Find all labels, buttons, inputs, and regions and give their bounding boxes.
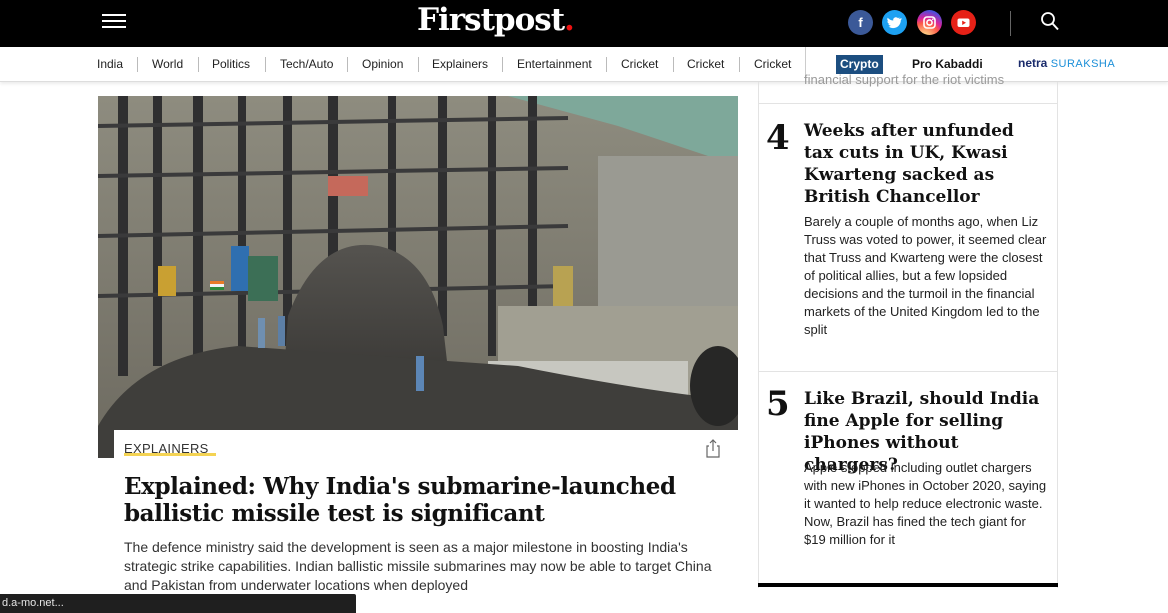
nav-separator [418, 57, 419, 72]
nav-separator [606, 57, 607, 72]
nav-separator [198, 57, 199, 72]
browser-status-bar: d.a-mo.net... [0, 594, 356, 613]
nav-item-cricket[interactable]: Cricket [754, 57, 791, 71]
youtube-icon[interactable] [951, 10, 976, 35]
trending-bottom-bar [758, 583, 1058, 587]
trending-description: Barely a couple of months ago, when Liz … [804, 214, 1047, 337]
twitter-icon[interactable] [882, 10, 907, 35]
trending-title[interactable]: Weeks after unfunded tax cuts in UK, Kwa… [804, 120, 1044, 208]
nav-item-politics[interactable]: Politics [212, 57, 250, 71]
share-icon[interactable] [705, 439, 721, 458]
nav-item-explainers[interactable]: Explainers [432, 57, 488, 71]
nav-separator [739, 57, 740, 72]
nav-item-world[interactable]: World [152, 57, 183, 71]
nav-item-cricket[interactable]: Cricket [687, 57, 724, 71]
trending-divider [759, 371, 1057, 372]
suraksha-text: SURAKSHA [1050, 58, 1116, 70]
trending-divider [759, 103, 1057, 104]
article-headline[interactable]: Explained: Why India's submarine-launche… [124, 473, 724, 527]
logo-text: Firstpost [417, 2, 565, 38]
nav-item-india[interactable]: India [97, 57, 123, 71]
trending-rank: 4 [766, 118, 790, 158]
netra-text: netra [1018, 56, 1048, 70]
nav-item-tech-auto[interactable]: Tech/Auto [280, 57, 333, 71]
trending-rank: 5 [766, 384, 790, 424]
logo-dot: . [564, 2, 575, 38]
instagram-icon[interactable] [917, 10, 942, 35]
trending-partial-item[interactable]: financial support for the riot victims [804, 72, 1054, 88]
facebook-icon[interactable]: f [848, 10, 873, 35]
nav-separator [347, 57, 348, 72]
nav-separator [137, 57, 138, 72]
article-hero-image[interactable] [98, 96, 738, 458]
top-header: Firstpost. f [0, 0, 1168, 47]
nav-separator [502, 57, 503, 72]
nav-separator [265, 57, 266, 72]
nav-item-pro-kabaddi[interactable]: Pro Kabaddi [912, 57, 983, 71]
menu-icon[interactable] [102, 14, 126, 32]
search-icon[interactable] [1040, 11, 1060, 33]
site-logo[interactable]: Firstpost. [417, 2, 575, 38]
article-summary: The defence ministry said the developmen… [124, 539, 712, 593]
category-underline [124, 453, 216, 456]
nav-item-cricket[interactable]: Cricket [621, 57, 658, 71]
netra-suraksha-logo[interactable]: netra SURAKSHA [1018, 56, 1115, 70]
nav-item-opinion[interactable]: Opinion [362, 57, 403, 71]
nav-separator [673, 57, 674, 72]
trending-description: Apple stopped including outlet chargers … [804, 460, 1047, 547]
nav-item-entertainment[interactable]: Entertainment [517, 57, 592, 71]
header-divider [1010, 11, 1011, 36]
